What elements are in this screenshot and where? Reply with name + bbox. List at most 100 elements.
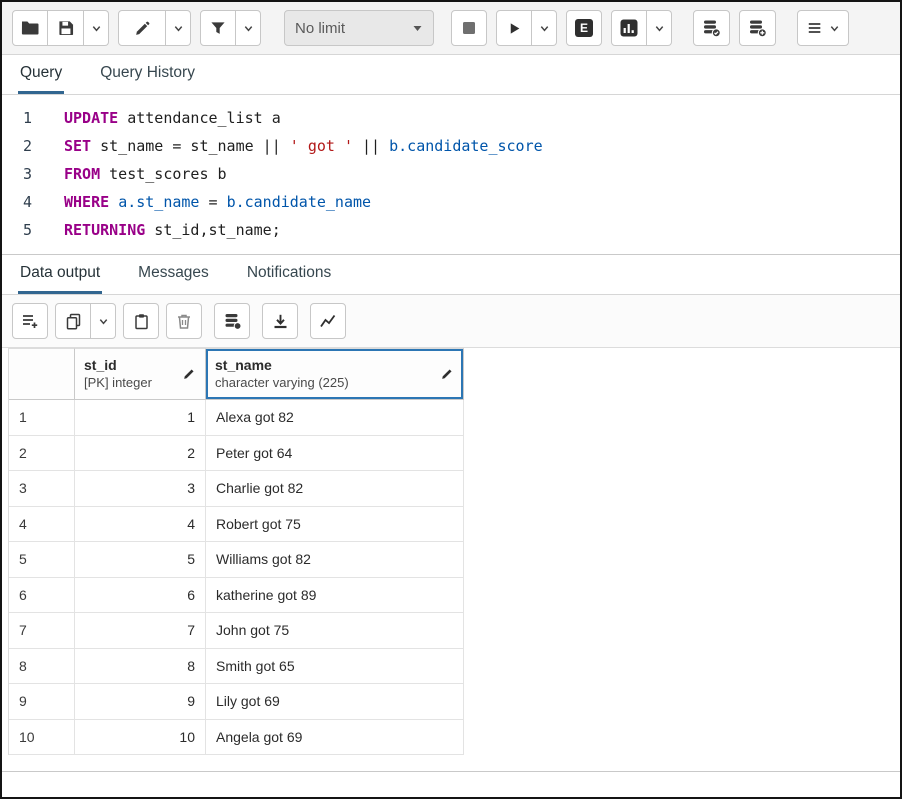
explain-analyze-button[interactable]	[611, 10, 647, 46]
download-csv-button[interactable]	[262, 303, 298, 339]
save-dropdown-button[interactable]	[84, 10, 109, 46]
select-all-corner[interactable]	[9, 348, 75, 400]
stop-icon	[462, 21, 476, 35]
st-id-cell[interactable]: 4	[75, 507, 206, 543]
download-icon	[272, 313, 289, 330]
edit-dropdown-button[interactable]	[166, 10, 191, 46]
st-name-cell[interactable]: Peter got 64	[206, 436, 464, 472]
table-row: 66katherine got 89	[9, 578, 465, 614]
chevron-down-icon	[539, 23, 550, 34]
st-name-cell[interactable]: John got 75	[206, 613, 464, 649]
list-menu-icon	[807, 20, 823, 36]
paste-button[interactable]	[123, 303, 159, 339]
st-name-cell[interactable]: katherine got 89	[206, 578, 464, 614]
column-header-st-id[interactable]: st_id [PK] integer	[75, 348, 206, 400]
line-number: 3	[2, 160, 48, 188]
line-number: 1	[2, 104, 48, 132]
chevron-down-icon	[243, 23, 254, 34]
tab-query-history[interactable]: Query History	[98, 55, 197, 94]
pencil-icon	[134, 20, 151, 37]
row-number-cell[interactable]: 1	[9, 400, 75, 436]
caret-down-icon	[412, 23, 423, 33]
row-number-cell[interactable]: 10	[9, 720, 75, 756]
edit-column-icon[interactable]	[440, 367, 454, 381]
table-row: 22Peter got 64	[9, 436, 465, 472]
macros-menu-button[interactable]	[797, 10, 849, 46]
st-id-cell[interactable]: 7	[75, 613, 206, 649]
stop-button[interactable]	[451, 10, 487, 46]
tab-notifications[interactable]: Notifications	[245, 255, 333, 294]
st-id-cell[interactable]: 8	[75, 649, 206, 685]
st-id-cell[interactable]: 6	[75, 578, 206, 614]
st-name-cell[interactable]: Robert got 75	[206, 507, 464, 543]
tab-data-output[interactable]: Data output	[18, 255, 102, 294]
explain-button[interactable]: E	[566, 10, 602, 46]
trash-icon	[176, 313, 192, 330]
row-number-cell[interactable]: 7	[9, 613, 75, 649]
add-row-button[interactable]	[12, 303, 48, 339]
database-commit-icon	[702, 19, 721, 38]
copy-dropdown-button[interactable]	[91, 303, 116, 339]
chevron-down-icon	[173, 23, 184, 34]
st-id-cell[interactable]: 1	[75, 400, 206, 436]
save-button[interactable]	[48, 10, 84, 46]
st-name-cell[interactable]: Smith got 65	[206, 649, 464, 685]
sql-editor[interactable]: 1UPDATE attendance_list a2SET st_name = …	[2, 95, 900, 255]
st-id-cell[interactable]: 2	[75, 436, 206, 472]
row-number-cell[interactable]: 3	[9, 471, 75, 507]
copy-icon	[65, 313, 82, 330]
graph-visualiser-button[interactable]	[310, 303, 346, 339]
st-id-cell[interactable]: 3	[75, 471, 206, 507]
bar-chart-icon	[620, 19, 638, 37]
edit-button[interactable]	[118, 10, 166, 46]
st-name-cell[interactable]: Lily got 69	[206, 684, 464, 720]
tab-query[interactable]: Query	[18, 55, 64, 94]
save-data-changes-button[interactable]	[214, 303, 250, 339]
column-type: character varying (225)	[215, 374, 349, 391]
line-number: 5	[2, 216, 48, 244]
st-name-cell[interactable]: Charlie got 82	[206, 471, 464, 507]
table-row: 99Lily got 69	[9, 684, 465, 720]
rollback-button[interactable]	[739, 10, 776, 46]
st-id-cell[interactable]: 9	[75, 684, 206, 720]
execute-button[interactable]	[496, 10, 532, 46]
row-number-cell[interactable]: 9	[9, 684, 75, 720]
table-row: 1010Angela got 69	[9, 720, 465, 756]
edit-column-icon[interactable]	[182, 367, 196, 381]
execute-group	[496, 10, 557, 46]
code-text: WHERE a.st_name = b.candidate_name	[48, 188, 371, 216]
row-limit-select[interactable]: No limit	[284, 10, 434, 46]
column-header-st-name[interactable]: st_name character varying (225)	[206, 348, 464, 400]
st-id-cell[interactable]: 5	[75, 542, 206, 578]
st-id-cell[interactable]: 10	[75, 720, 206, 756]
column-name: st_id	[84, 357, 152, 374]
st-name-cell[interactable]: Alexa got 82	[206, 400, 464, 436]
code-line: 1UPDATE attendance_list a	[2, 104, 900, 132]
row-number-cell[interactable]: 4	[9, 507, 75, 543]
save-icon	[58, 20, 74, 36]
delete-row-button[interactable]	[166, 303, 202, 339]
row-number-cell[interactable]: 6	[9, 578, 75, 614]
tab-messages[interactable]: Messages	[136, 255, 211, 294]
row-number-cell[interactable]: 8	[9, 649, 75, 685]
row-number-cell[interactable]: 5	[9, 542, 75, 578]
database-rollback-icon	[748, 19, 767, 38]
execute-dropdown-button[interactable]	[532, 10, 557, 46]
table-row: 88Smith got 65	[9, 649, 465, 685]
st-name-cell[interactable]: Angela got 69	[206, 720, 464, 756]
filter-dropdown-button[interactable]	[236, 10, 261, 46]
copy-button[interactable]	[55, 303, 91, 339]
explain-dropdown-button[interactable]	[647, 10, 672, 46]
st-name-cell[interactable]: Williams got 82	[206, 542, 464, 578]
open-file-button[interactable]	[12, 10, 48, 46]
filter-button[interactable]	[200, 10, 236, 46]
table-row: 44Robert got 75	[9, 507, 465, 543]
line-number: 4	[2, 188, 48, 216]
explain-icon: E	[575, 19, 593, 37]
results-grid: st_id [PK] integer st_name character var…	[8, 348, 465, 755]
commit-button[interactable]	[693, 10, 730, 46]
filter-icon	[210, 20, 226, 36]
code-text: FROM test_scores b	[48, 160, 227, 188]
column-name: st_name	[215, 357, 349, 374]
row-number-cell[interactable]: 2	[9, 436, 75, 472]
